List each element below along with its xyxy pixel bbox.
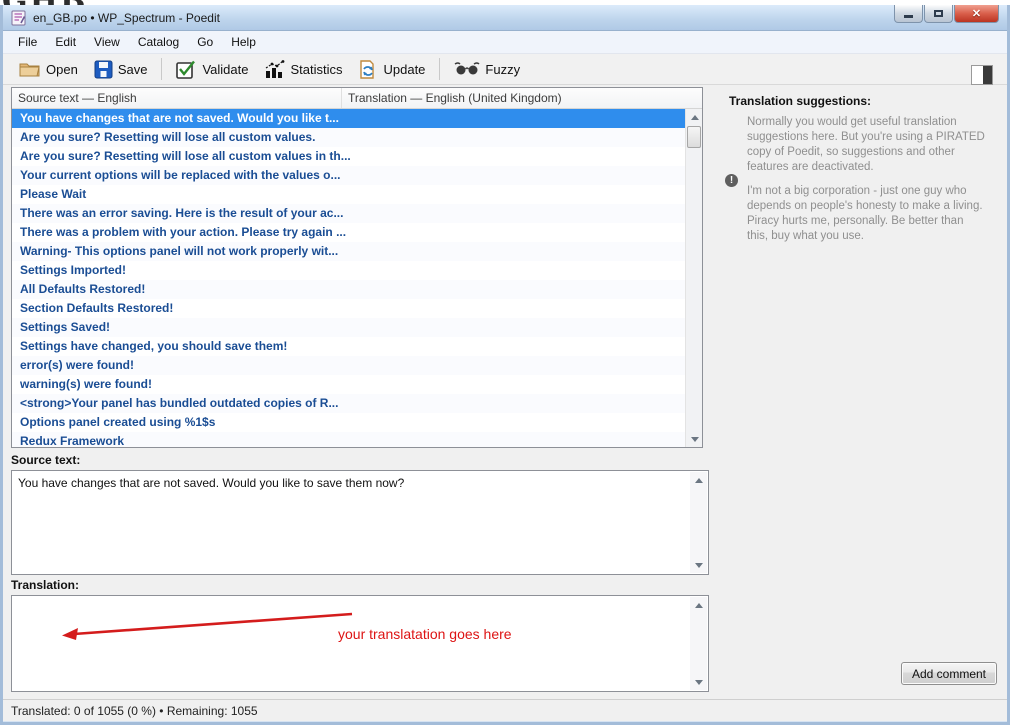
validate-label: Validate bbox=[202, 62, 248, 77]
menu-view[interactable]: View bbox=[85, 32, 129, 52]
list-item[interactable]: Are you sure? Resetting will lose all cu… bbox=[12, 147, 702, 166]
statistics-chart-icon bbox=[264, 60, 285, 79]
list-item[interactable]: Settings Imported! bbox=[12, 261, 702, 280]
column-header-source[interactable]: Source text — English bbox=[12, 88, 342, 108]
poedit-app-icon bbox=[11, 10, 27, 26]
save-button[interactable]: Save bbox=[86, 57, 156, 82]
screen: GHB en_GB.po • WP_Spectrum - Poedit ✕ Fi… bbox=[0, 0, 1010, 725]
fuzzy-glasses-icon bbox=[454, 61, 480, 77]
scroll-down-icon[interactable] bbox=[690, 557, 707, 573]
list-item[interactable]: Redux Framework bbox=[12, 432, 702, 448]
list-item[interactable]: There was an error saving. Here is the r… bbox=[12, 204, 702, 223]
list-item[interactable]: Warning- This options panel will not wor… bbox=[12, 242, 702, 261]
close-button[interactable]: ✕ bbox=[954, 5, 999, 23]
maximize-button[interactable] bbox=[924, 5, 953, 23]
translation-input[interactable]: your translatation goes here bbox=[11, 595, 709, 692]
menu-help[interactable]: Help bbox=[222, 32, 265, 52]
toolbar: Open Save Validate bbox=[3, 54, 1007, 85]
source-text-value: You have changes that are not saved. Wou… bbox=[18, 476, 684, 490]
scroll-up-icon[interactable] bbox=[686, 109, 703, 125]
close-icon: ✕ bbox=[972, 7, 981, 20]
validate-button[interactable]: Validate bbox=[168, 57, 256, 82]
list-item[interactable]: Settings Saved! bbox=[12, 318, 702, 337]
suggestions-paragraph-1: Normally you would get useful translatio… bbox=[747, 115, 985, 175]
update-refresh-icon bbox=[358, 60, 378, 79]
annotation-text: your translatation goes here bbox=[338, 626, 512, 642]
scroll-thumb[interactable] bbox=[687, 126, 701, 148]
list-item[interactable]: <strong>Your panel has bundled outdated … bbox=[12, 394, 702, 413]
suggestions-sidebar: Translation suggestions: Normally you wo… bbox=[711, 85, 1007, 699]
open-folder-icon bbox=[19, 60, 41, 78]
sidebar-toggle-button[interactable] bbox=[971, 65, 993, 85]
sidebar-toggle-icon bbox=[983, 66, 992, 84]
list-item[interactable]: Your current options will be replaced wi… bbox=[12, 166, 702, 185]
titlebar[interactable]: en_GB.po • WP_Spectrum - Poedit ✕ bbox=[3, 5, 1007, 31]
menubar: File Edit View Catalog Go Help bbox=[3, 31, 1007, 54]
minimize-icon bbox=[904, 15, 913, 18]
scroll-down-icon[interactable] bbox=[686, 431, 703, 447]
source-scrollbar[interactable] bbox=[690, 472, 707, 573]
minimize-button[interactable] bbox=[894, 5, 923, 23]
update-button[interactable]: Update bbox=[350, 57, 433, 82]
window-title: en_GB.po • WP_Spectrum - Poedit bbox=[33, 11, 220, 25]
validate-check-icon bbox=[176, 60, 197, 79]
list-item[interactable]: Settings have changed, you should save t… bbox=[12, 337, 702, 356]
status-bar: Translated: 0 of 1055 (0 %) • Remaining:… bbox=[3, 699, 1007, 721]
fuzzy-button[interactable]: Fuzzy bbox=[446, 58, 528, 80]
source-text-box: You have changes that are not saved. Wou… bbox=[11, 470, 709, 575]
fuzzy-label: Fuzzy bbox=[485, 62, 520, 77]
content-area: Source text — English Translation — Engl… bbox=[3, 85, 1007, 699]
list-item[interactable]: Section Defaults Restored! bbox=[12, 299, 702, 318]
list-item[interactable]: warning(s) were found! bbox=[12, 375, 702, 394]
save-label: Save bbox=[118, 62, 148, 77]
suggestions-paragraph-2: I'm not a big corporation - just one guy… bbox=[747, 184, 985, 244]
toolbar-separator bbox=[439, 58, 440, 80]
translation-label: Translation: bbox=[11, 578, 79, 592]
list-body: You have changes that are not saved. Wou… bbox=[12, 109, 702, 448]
scroll-down-icon[interactable] bbox=[690, 674, 707, 690]
column-header-translation[interactable]: Translation — English (United Kingdom) bbox=[342, 88, 702, 108]
poedit-window: en_GB.po • WP_Spectrum - Poedit ✕ File E… bbox=[0, 5, 1010, 725]
save-floppy-icon bbox=[94, 60, 113, 79]
menu-file[interactable]: File bbox=[9, 32, 46, 52]
list-item[interactable]: You have changes that are not saved. Wou… bbox=[12, 109, 702, 128]
list-item[interactable]: All Defaults Restored! bbox=[12, 280, 702, 299]
translation-list: Source text — English Translation — Engl… bbox=[11, 87, 703, 448]
list-item[interactable]: Options panel created using %1$s bbox=[12, 413, 702, 432]
statistics-label: Statistics bbox=[290, 62, 342, 77]
list-item[interactable]: error(s) were found! bbox=[12, 356, 702, 375]
suggestions-title: Translation suggestions: bbox=[729, 94, 871, 108]
source-text-label: Source text: bbox=[11, 453, 80, 467]
toolbar-separator bbox=[161, 58, 162, 80]
maximize-icon bbox=[934, 10, 943, 17]
window-controls: ✕ bbox=[893, 5, 999, 23]
open-label: Open bbox=[46, 62, 78, 77]
list-scrollbar[interactable] bbox=[685, 109, 702, 447]
update-label: Update bbox=[383, 62, 425, 77]
open-button[interactable]: Open bbox=[11, 57, 86, 81]
list-header: Source text — English Translation — Engl… bbox=[12, 88, 702, 109]
exclamation-icon: ! bbox=[725, 174, 738, 187]
menu-catalog[interactable]: Catalog bbox=[129, 32, 188, 52]
statistics-button[interactable]: Statistics bbox=[256, 57, 350, 82]
left-pane: Source text — English Translation — Engl… bbox=[3, 85, 711, 699]
scroll-up-icon[interactable] bbox=[690, 597, 707, 613]
add-comment-button[interactable]: Add comment bbox=[901, 662, 997, 685]
menu-edit[interactable]: Edit bbox=[46, 32, 85, 52]
scroll-up-icon[interactable] bbox=[690, 472, 707, 488]
annotation-arrow bbox=[60, 610, 360, 642]
status-text: Translated: 0 of 1055 (0 %) • Remaining:… bbox=[11, 704, 258, 718]
list-item[interactable]: Please Wait bbox=[12, 185, 702, 204]
list-item[interactable]: Are you sure? Resetting will lose all cu… bbox=[12, 128, 702, 147]
list-item[interactable]: There was a problem with your action. Pl… bbox=[12, 223, 702, 242]
translation-scrollbar[interactable] bbox=[690, 597, 707, 690]
menu-go[interactable]: Go bbox=[188, 32, 222, 52]
